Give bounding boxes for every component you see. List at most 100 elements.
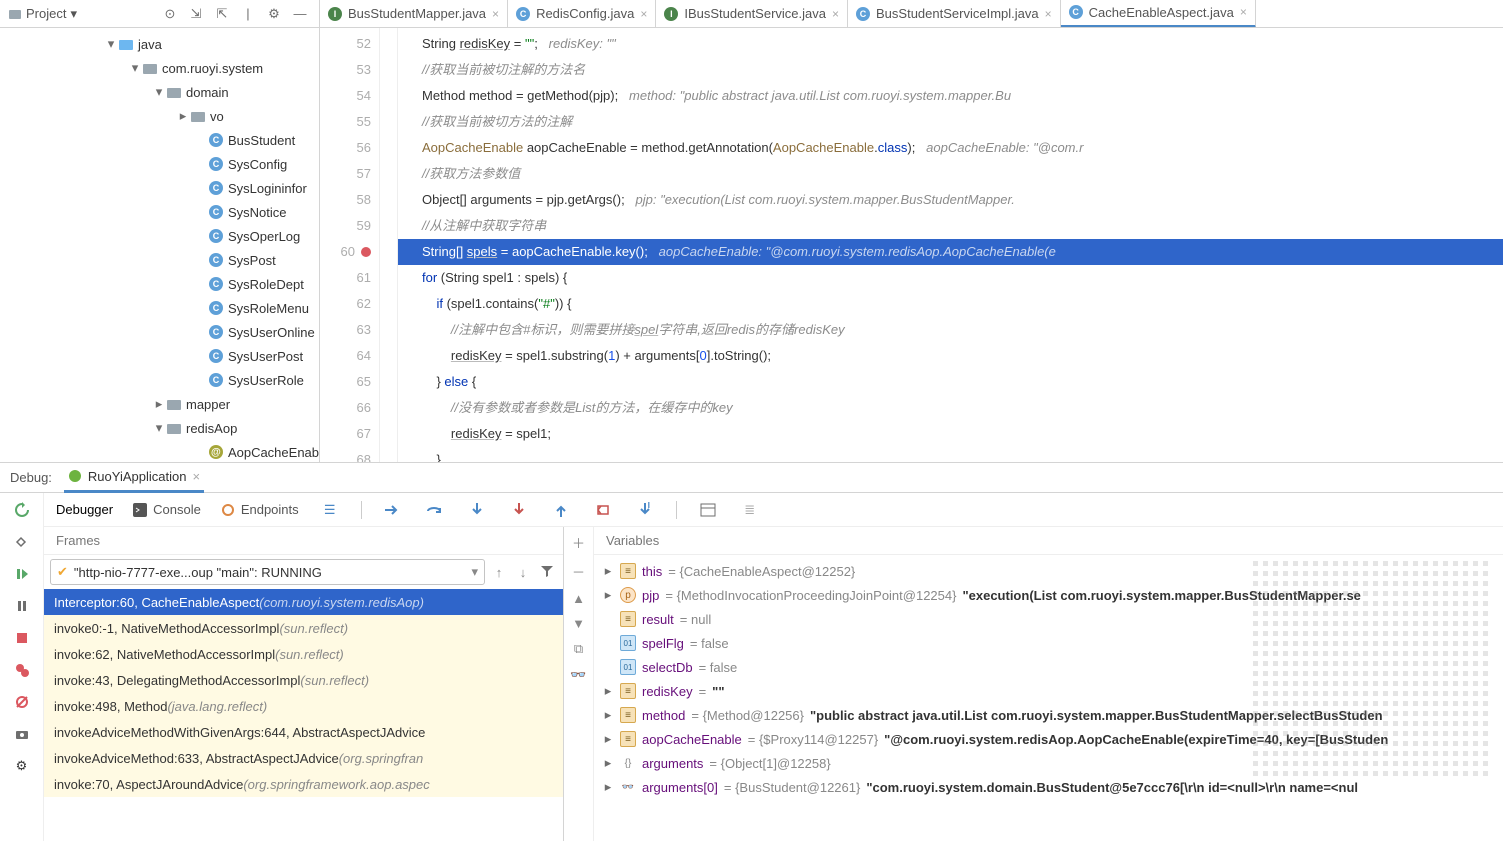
code-line[interactable]: redisKey = spel1.substring(1) + argument… <box>422 343 1503 369</box>
step-out-button[interactable] <box>550 499 572 521</box>
code-line[interactable]: } <box>422 447 1503 462</box>
view-breakpoints-button[interactable] <box>11 659 33 681</box>
remove-watch-button[interactable]: － <box>572 562 585 581</box>
down-button[interactable]: ▼ <box>572 616 585 631</box>
frame-row[interactable]: invoke:70, AspectJAroundAdvice (org.spri… <box>44 771 563 797</box>
tree-item[interactable]: CSysUserRole <box>0 368 319 392</box>
code-line[interactable]: String[] spels = aopCacheEnable.key(); a… <box>398 239 1503 265</box>
step-into-button[interactable] <box>466 499 488 521</box>
code-line[interactable]: redisKey = spel1; <box>422 421 1503 447</box>
step-over-button[interactable] <box>424 499 446 521</box>
project-selector[interactable]: Project ▾ <box>8 6 77 22</box>
variable-row[interactable]: 01selectDb = false <box>594 655 1503 679</box>
settings-button[interactable]: ⚙ <box>11 755 33 777</box>
variable-row[interactable]: ▸👓arguments[0] = {BusStudent@12261} "com… <box>594 775 1503 799</box>
code-line[interactable]: for (String spel1 : spels) { <box>422 265 1503 291</box>
code-line[interactable]: if (spel1.contains("#")) { <box>422 291 1503 317</box>
glasses-icon[interactable]: 👓 <box>570 667 586 683</box>
close-icon[interactable]: × <box>640 7 647 21</box>
force-step-into-button[interactable] <box>508 499 530 521</box>
tree-item[interactable]: CSysPost <box>0 248 319 272</box>
modify-run-button[interactable] <box>11 531 33 553</box>
code-line[interactable]: AopCacheEnable aopCacheEnable = method.g… <box>422 135 1503 161</box>
tree-item[interactable]: CSysOperLog <box>0 224 319 248</box>
project-tree[interactable]: ▾java▾com.ruoyi.system▾domain▸voCBusStud… <box>0 28 319 462</box>
next-frame-button[interactable]: ↓ <box>513 565 533 580</box>
copy-button[interactable]: ⧉ <box>574 641 583 657</box>
frame-row[interactable]: invoke0:-1, NativeMethodAccessorImpl (su… <box>44 615 563 641</box>
add-watch-button[interactable]: ＋ <box>572 533 585 552</box>
pause-button[interactable] <box>11 595 33 617</box>
variable-row[interactable]: ▸≡method = {Method@12256} "public abstra… <box>594 703 1503 727</box>
variables-list[interactable]: ▸≡this = {CacheEnableAspect@12252}▸ppjp … <box>594 555 1503 841</box>
tree-item[interactable]: CSysRoleMenu <box>0 296 319 320</box>
variable-row[interactable]: ≡result = null <box>594 607 1503 631</box>
prev-frame-button[interactable]: ↑ <box>489 565 509 580</box>
gear-icon[interactable]: ⚙ <box>263 3 285 25</box>
filter-button[interactable] <box>537 564 557 581</box>
close-icon[interactable]: × <box>832 7 839 21</box>
variable-row[interactable]: ▸ppjp = {MethodInvocationProceedingJoinP… <box>594 583 1503 607</box>
code-line[interactable]: } else { <box>422 369 1503 395</box>
tree-item[interactable]: CBusStudent <box>0 128 319 152</box>
up-button[interactable]: ▲ <box>572 591 585 606</box>
camera-button[interactable] <box>11 723 33 745</box>
tab-endpoints[interactable]: Endpoints <box>221 502 299 517</box>
variable-row[interactable]: ▸≡aopCacheEnable = {$Proxy114@12257} "@c… <box>594 727 1503 751</box>
drop-frame-button[interactable] <box>592 499 614 521</box>
stop-button[interactable] <box>11 627 33 649</box>
tree-item[interactable]: CSysLogininfor <box>0 176 319 200</box>
expand-icon[interactable]: ⇲ <box>185 3 207 25</box>
code-editor[interactable]: 525354555657585960 6162636465666768 Stri… <box>320 28 1503 462</box>
tree-item[interactable]: CSysNotice <box>0 200 319 224</box>
frames-list[interactable]: Interceptor:60, CacheEnableAspect (com.r… <box>44 589 563 841</box>
tree-item[interactable]: ▸vo <box>0 104 319 128</box>
breakpoint-icon[interactable] <box>361 247 371 257</box>
show-execution-button[interactable] <box>382 499 404 521</box>
frame-row[interactable]: invokeAdviceMethodWithGivenArgs:644, Abs… <box>44 719 563 745</box>
code-line[interactable]: Object[] arguments = pjp.getArgs(); pjp:… <box>422 187 1503 213</box>
hide-icon[interactable]: — <box>289 3 311 25</box>
code-line[interactable]: //获取当前被切方法的注解 <box>422 109 1503 135</box>
editor-tab[interactable]: CCacheEnableAspect.java× <box>1061 0 1256 28</box>
debug-run-config-tab[interactable]: RuoYiApplication × <box>64 463 204 493</box>
locate-icon[interactable]: ⊙ <box>159 3 181 25</box>
tree-item[interactable]: ▾com.ruoyi.system <box>0 56 319 80</box>
variable-row[interactable]: ▸{}arguments = {Object[1]@12258} <box>594 751 1503 775</box>
variable-row[interactable]: ▸≡this = {CacheEnableAspect@12252} <box>594 559 1503 583</box>
close-icon[interactable]: × <box>492 7 499 21</box>
trace-button[interactable]: ≣ <box>739 499 761 521</box>
evaluate-button[interactable] <box>697 499 719 521</box>
close-icon[interactable]: × <box>1045 7 1052 21</box>
tree-item[interactable]: CSysConfig <box>0 152 319 176</box>
tree-item[interactable]: @AopCacheEnab <box>0 440 319 462</box>
tree-item[interactable]: ▾java <box>0 32 319 56</box>
tree-item[interactable]: CSysRoleDept <box>0 272 319 296</box>
frame-row[interactable]: invoke:498, Method (java.lang.reflect) <box>44 693 563 719</box>
code-line[interactable]: //获取方法参数值 <box>422 161 1503 187</box>
tree-item[interactable]: ▸mapper <box>0 392 319 416</box>
tree-item[interactable]: ▾domain <box>0 80 319 104</box>
close-icon[interactable]: × <box>192 469 200 484</box>
editor-tab[interactable]: IIBusStudentService.java× <box>656 0 848 28</box>
frame-row[interactable]: invoke:62, NativeMethodAccessorImpl (sun… <box>44 641 563 667</box>
code-line[interactable]: String redisKey = ""; redisKey: "" <box>422 31 1503 57</box>
code-lines[interactable]: String redisKey = ""; redisKey: ""//获取当前… <box>398 28 1503 462</box>
editor-tab[interactable]: CBusStudentServiceImpl.java× <box>848 0 1061 28</box>
editor-tab[interactable]: CRedisConfig.java× <box>508 0 656 28</box>
thread-selector[interactable]: ✔ "http-nio-7777-exe...oup "main": RUNNI… <box>50 559 485 585</box>
code-line[interactable]: //没有参数或者参数是List的方法，在缓存中的key <box>422 395 1503 421</box>
variable-row[interactable]: ▸≡redisKey = "" <box>594 679 1503 703</box>
rerun-button[interactable] <box>11 499 33 521</box>
mute-breakpoints-button[interactable] <box>11 691 33 713</box>
code-line[interactable]: Method method = getMethod(pjp); method: … <box>422 83 1503 109</box>
tree-item[interactable]: ▾redisAop <box>0 416 319 440</box>
tree-item[interactable]: CSysUserPost <box>0 344 319 368</box>
frame-row[interactable]: invoke:43, DelegatingMethodAccessorImpl … <box>44 667 563 693</box>
tree-item[interactable]: CSysUserOnline <box>0 320 319 344</box>
frame-row[interactable]: invokeAdviceMethod:633, AbstractAspectJA… <box>44 745 563 771</box>
close-icon[interactable]: × <box>1240 5 1247 19</box>
code-line[interactable]: //获取当前被切注解的方法名 <box>422 57 1503 83</box>
editor-tab[interactable]: IBusStudentMapper.java× <box>320 0 508 28</box>
run-to-cursor-button[interactable]: I <box>634 499 656 521</box>
